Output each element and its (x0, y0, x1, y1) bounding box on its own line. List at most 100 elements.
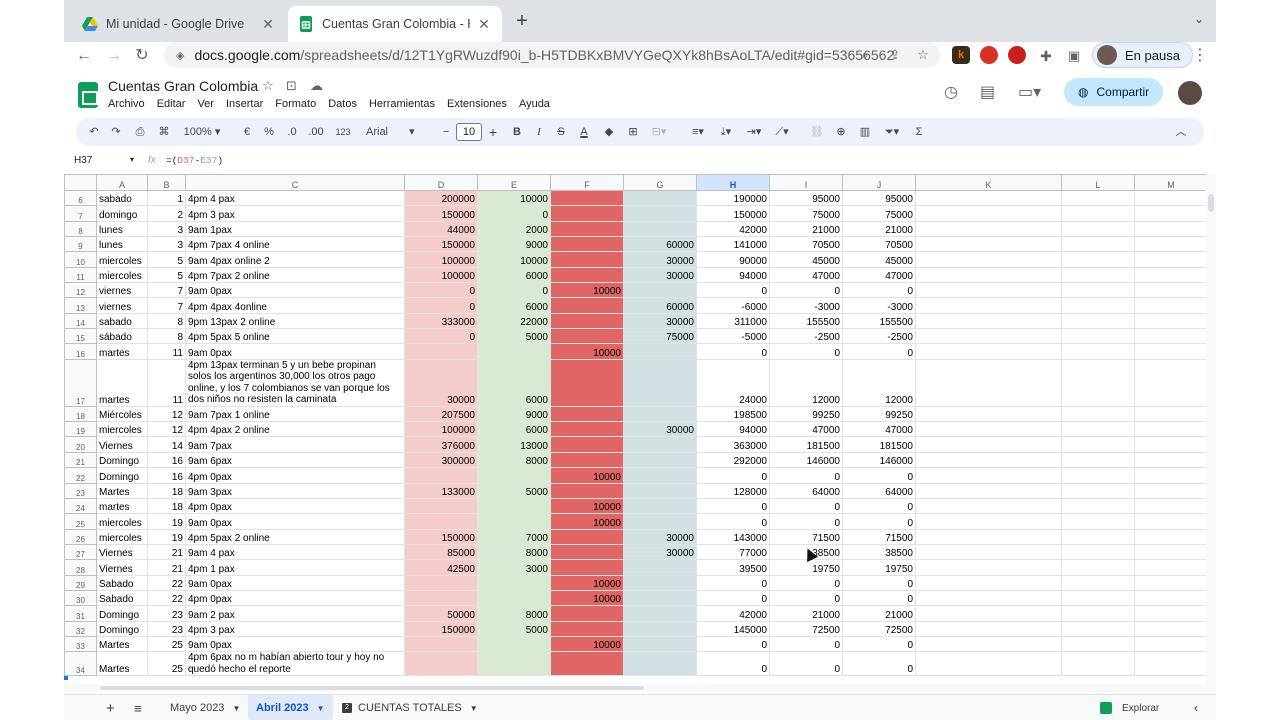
cell-b[interactable]: 12 (147, 405, 186, 423)
cell-d[interactable]: 150000 (404, 236, 478, 253)
cell-a[interactable]: martes (96, 497, 148, 515)
cell-g[interactable] (623, 574, 697, 591)
cell-empty[interactable] (1061, 559, 1135, 576)
cell-j[interactable]: 0 (842, 635, 916, 653)
paint-format-icon[interactable]: ⌘ (156, 118, 172, 146)
menu-insertar[interactable]: Insertar (226, 98, 263, 110)
cell-g[interactable]: 60000 (623, 236, 697, 253)
cell-g[interactable] (623, 467, 697, 484)
cell-e[interactable]: 2000 (477, 220, 551, 238)
cell-j[interactable]: 38500 (842, 543, 916, 561)
cell-d[interactable]: 300000 (404, 451, 478, 469)
row-header[interactable]: 23 (64, 482, 97, 499)
cell-a[interactable]: viernes (96, 297, 148, 314)
cell-e[interactable]: 3000 (477, 559, 551, 576)
column-header-j[interactable]: J (842, 174, 916, 191)
cell-c[interactable]: 9am 0pax (185, 282, 405, 299)
cell-d[interactable]: 30000 (404, 358, 478, 407)
cell-j[interactable]: 75000 (842, 205, 916, 222)
row-header[interactable]: 28 (64, 559, 97, 576)
cell-b[interactable]: 7 (147, 282, 186, 299)
cell-i[interactable]: 0 (769, 282, 843, 299)
strikethrough-button[interactable]: S (554, 118, 568, 146)
cell-h[interactable]: -6000 (696, 297, 770, 314)
cell-empty[interactable] (1134, 574, 1208, 591)
cell-e[interactable]: 5000 (477, 328, 551, 345)
cell-b[interactable]: 22 (147, 574, 186, 591)
cell-empty[interactable] (915, 543, 1062, 561)
cell-empty[interactable] (915, 605, 1062, 622)
collapse-side-icon[interactable]: ‹ (1186, 695, 1206, 720)
filter-icon[interactable]: ⏷▾ (882, 118, 902, 146)
cell-d[interactable]: 376000 (404, 436, 478, 453)
cell-a[interactable]: Domingo (96, 605, 148, 622)
row-header[interactable]: 12 (64, 282, 97, 299)
profile-paused-button[interactable]: En pausa (1092, 42, 1193, 68)
cell-empty[interactable] (1061, 651, 1135, 677)
cell-h[interactable]: 150000 (696, 205, 770, 222)
cell-h[interactable]: 42000 (696, 220, 770, 238)
cell-g[interactable] (623, 589, 697, 607)
cell-b[interactable]: 19 (147, 528, 186, 545)
row-header[interactable]: 20 (64, 436, 97, 453)
column-header-d[interactable]: D (404, 174, 478, 191)
cell-a[interactable]: Miércoles (96, 405, 148, 423)
comments-icon[interactable]: ▤ (980, 82, 995, 102)
cell-empty[interactable] (915, 513, 1062, 530)
cell-e[interactable] (477, 513, 551, 530)
cell-e[interactable]: 10000 (477, 251, 551, 268)
functions-button[interactable]: Σ (912, 118, 926, 146)
cell-empty[interactable] (915, 358, 1062, 407)
spreadsheet-grid[interactable]: ABCDEFGHIJKLM 6 sabado 1 4pm 4 pax 200000 100… (64, 174, 1216, 684)
tab-cuentas-gran-colombia[interactable]: Cuentas Gran Colombia - Hoja ✕ (288, 6, 502, 42)
cell-h[interactable]: 0 (696, 635, 770, 653)
cell-a[interactable]: Viernes (96, 436, 148, 453)
cell-g[interactable]: 30000 (623, 312, 697, 330)
cell-j[interactable]: 19750 (842, 559, 916, 576)
cell-e[interactable] (477, 574, 551, 591)
cell-e[interactable]: 9000 (477, 236, 551, 253)
side-panel-icon[interactable]: ▣ (1062, 44, 1086, 68)
menu-ver[interactable]: Ver (197, 98, 214, 110)
cell-e[interactable]: 13000 (477, 436, 551, 453)
cell-empty[interactable] (1061, 205, 1135, 222)
row-header[interactable]: 10 (64, 251, 97, 268)
cell-d[interactable]: 333000 (404, 312, 478, 330)
row-header[interactable]: 7 (64, 205, 97, 222)
cell-d[interactable] (404, 651, 478, 677)
cell-empty[interactable] (1134, 482, 1208, 499)
cell-empty[interactable] (1134, 513, 1208, 530)
row-header[interactable]: 6 (64, 189, 97, 207)
redo-icon[interactable]: ↷ (108, 118, 124, 146)
cell-i[interactable]: 155500 (769, 312, 843, 330)
horizontal-align-icon[interactable]: ≡▾ (688, 118, 708, 146)
cell-j[interactable]: 12000 (842, 358, 916, 407)
cell-e[interactable]: 6000 (477, 421, 551, 438)
text-wrapping-icon[interactable]: ⇥▾ (744, 118, 764, 146)
cell-e[interactable]: 22000 (477, 312, 551, 330)
cell-d[interactable]: 100000 (404, 421, 478, 438)
cell-j[interactable]: 21000 (842, 605, 916, 622)
cell-j[interactable]: 0 (842, 589, 916, 607)
cell-empty[interactable] (1061, 282, 1135, 299)
cell-empty[interactable] (1134, 620, 1208, 637)
cell-a[interactable]: sabado (96, 189, 148, 207)
cell-d[interactable]: 150000 (404, 205, 478, 222)
row-header[interactable]: 31 (64, 605, 97, 622)
cell-d[interactable]: 100000 (404, 251, 478, 268)
cell-empty[interactable] (1061, 605, 1135, 622)
cell-empty[interactable] (1061, 574, 1135, 591)
cell-b[interactable]: 16 (147, 451, 186, 469)
cell-b[interactable]: 21 (147, 543, 186, 561)
cell-c[interactable]: 9am 4 pax (185, 543, 405, 561)
cell-i[interactable]: 0 (769, 574, 843, 591)
menu-herramientas[interactable]: Herramientas (369, 98, 435, 110)
sheet-tab-mayo-2023[interactable]: Mayo 2023 ▼ (162, 695, 248, 720)
cell-j[interactable]: 0 (842, 467, 916, 484)
cell-h[interactable]: 363000 (696, 436, 770, 453)
move-folder-icon[interactable]: ⊡ (286, 78, 297, 94)
tab-google-drive[interactable]: Mi unidad - Google Drive ✕ (72, 6, 286, 42)
cell-g[interactable] (623, 605, 697, 622)
cell-a[interactable]: Martes (96, 651, 148, 677)
row-header[interactable]: 17 (64, 358, 97, 407)
